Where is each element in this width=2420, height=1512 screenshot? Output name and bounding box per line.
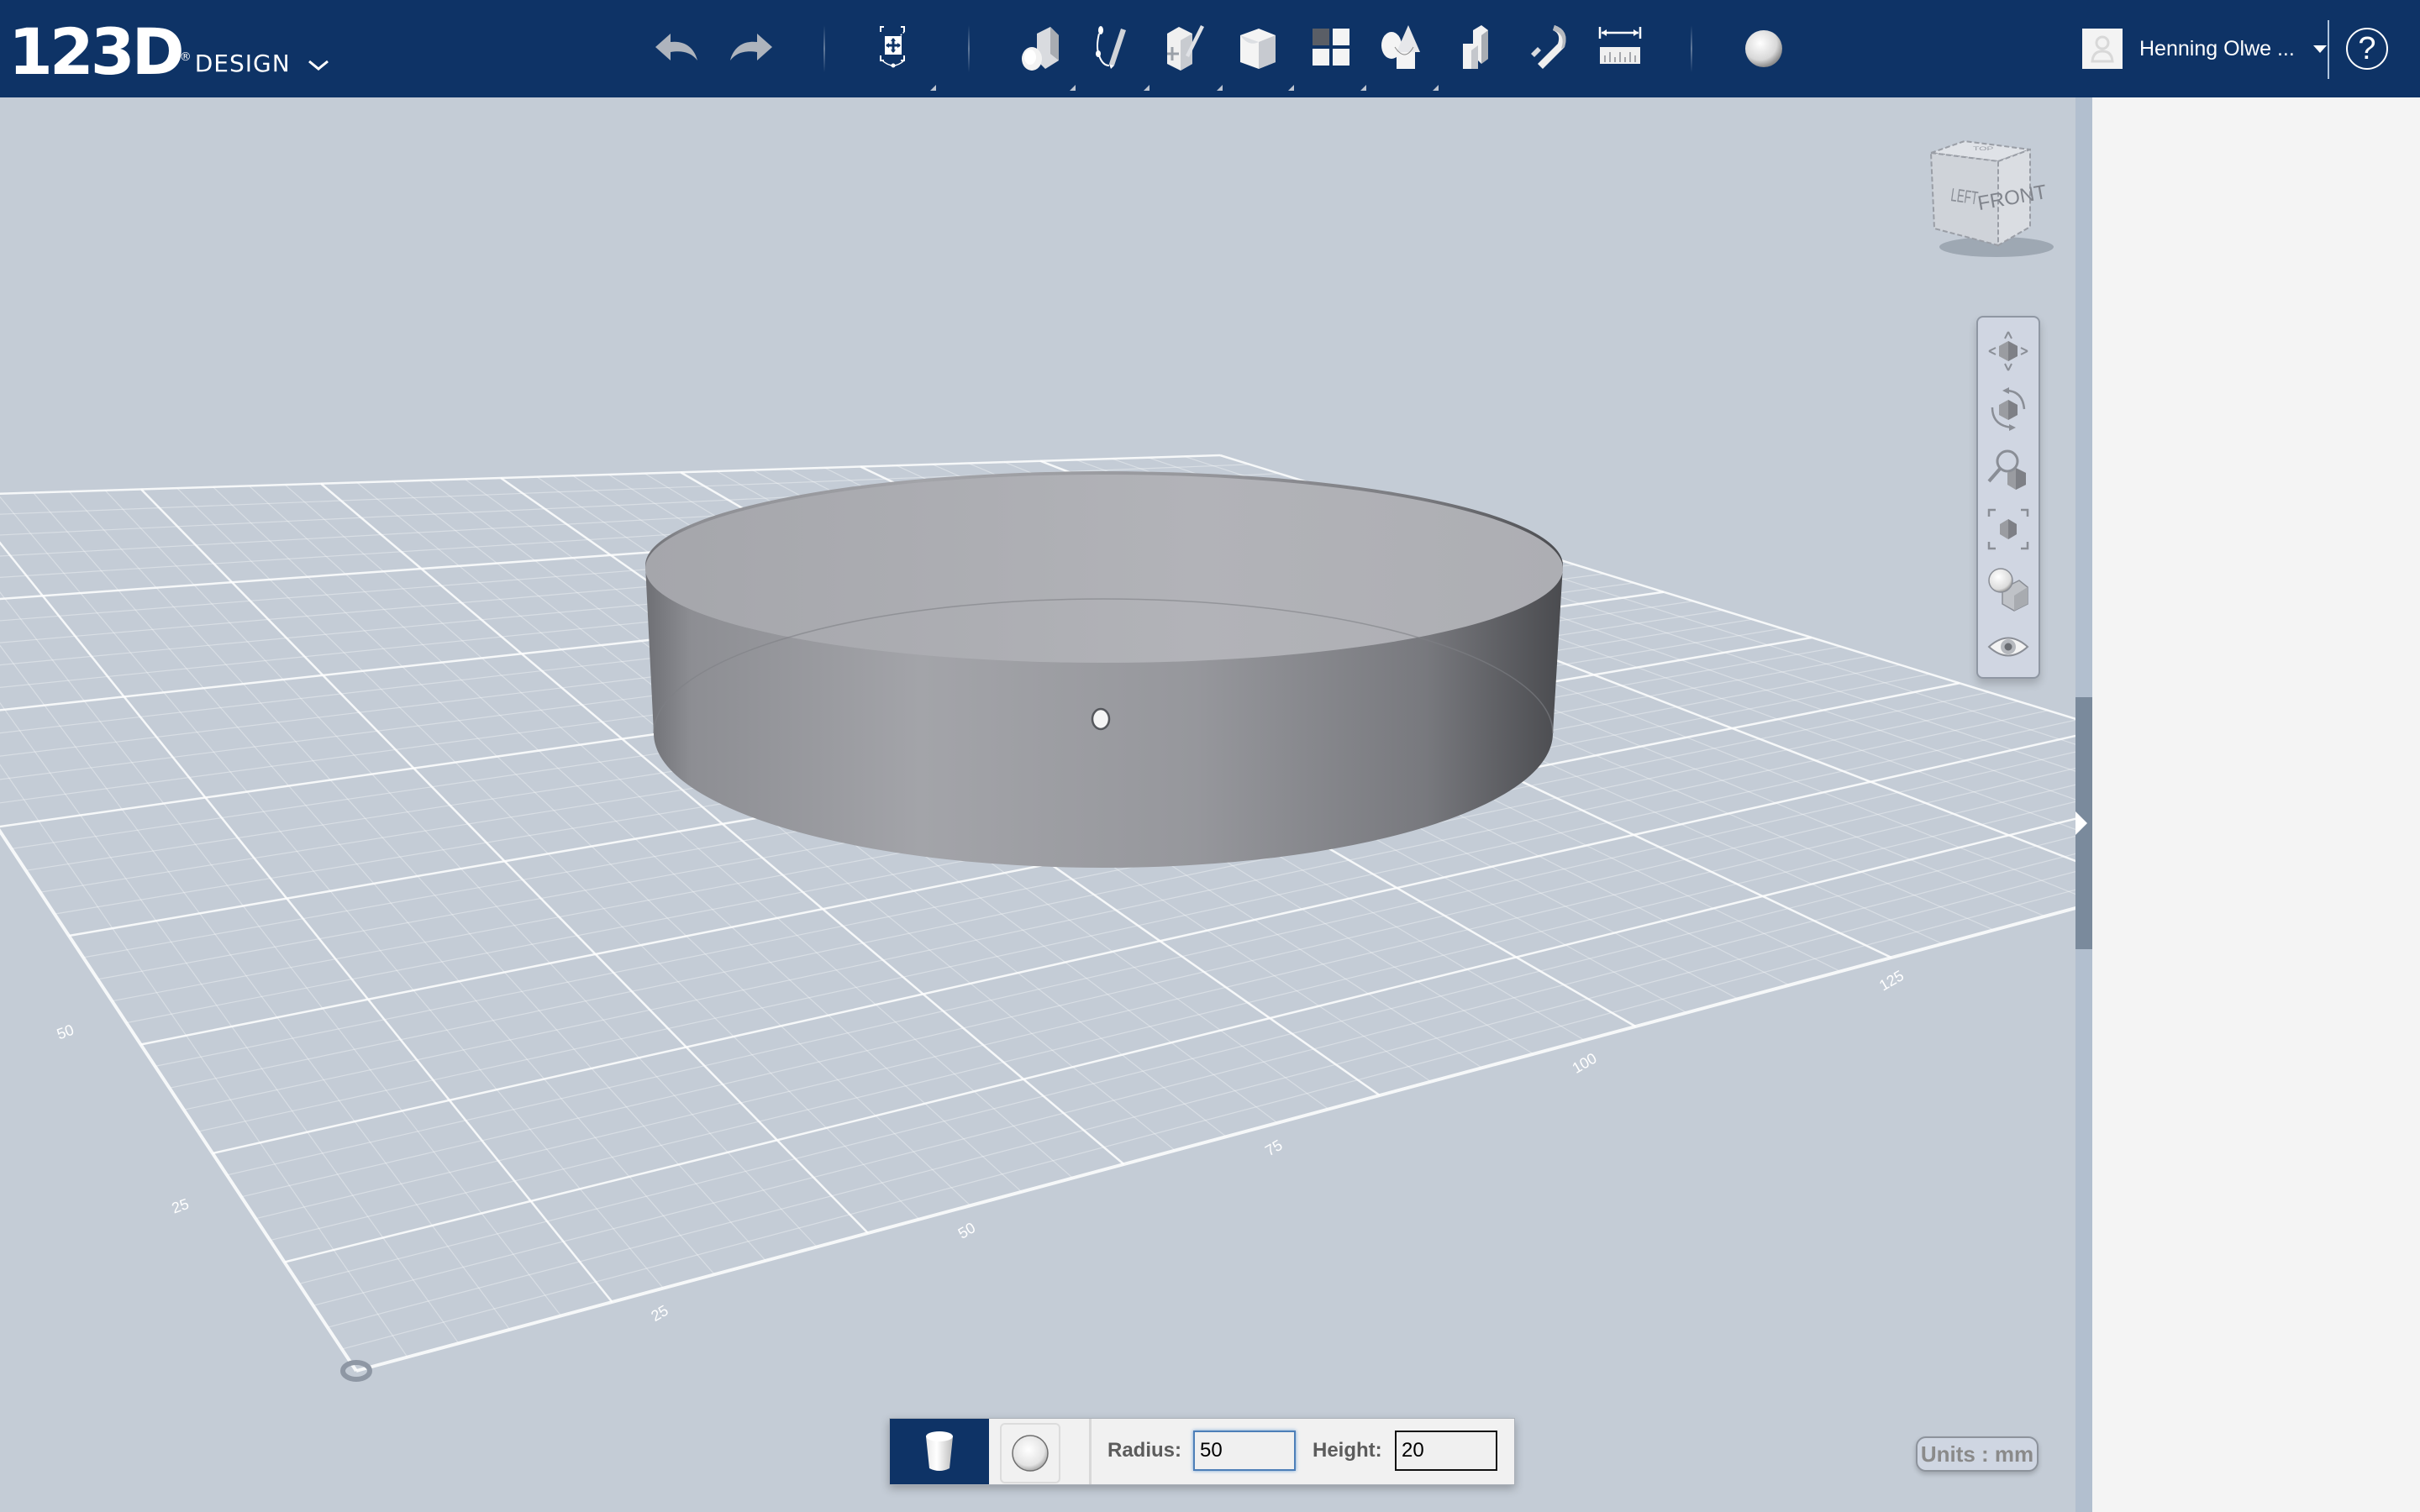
user-name: Henning Olwe ... bbox=[2139, 36, 2295, 60]
primitives-icon bbox=[1022, 27, 1059, 71]
transform-icon bbox=[880, 26, 905, 68]
grid-axis-labels: 755025255075100125150 bbox=[55, 967, 1907, 1325]
help-icon: ? bbox=[2358, 30, 2376, 66]
snap-button[interactable] bbox=[1518, 18, 1578, 79]
modify-icon bbox=[1240, 29, 1276, 69]
fit-to-view-icon bbox=[1987, 508, 2029, 550]
submenu-indicator bbox=[930, 85, 936, 91]
scene-canvas[interactable]: 755025255075100125150 bbox=[0, 97, 2075, 1512]
measure-icon bbox=[1598, 27, 1642, 64]
pan-button[interactable] bbox=[1983, 326, 2033, 376]
grid-minor-line bbox=[0, 764, 408, 1357]
cylinder-object[interactable] bbox=[645, 471, 1563, 868]
avatar bbox=[2082, 29, 2123, 69]
submenu-indicator bbox=[1217, 85, 1223, 91]
eye-icon bbox=[1987, 637, 2029, 657]
cylinder-shape-button[interactable] bbox=[890, 1419, 989, 1484]
grid-minor-line bbox=[313, 853, 2075, 1306]
shape-property-bar: Radius: Height: bbox=[889, 1418, 1515, 1485]
user-avatar-icon bbox=[2091, 35, 2114, 63]
logo-design-label: DESIGN bbox=[194, 50, 291, 77]
modify-button[interactable] bbox=[1228, 18, 1294, 91]
visibility-button[interactable] bbox=[1983, 622, 2033, 672]
fit-to-view-button[interactable] bbox=[1983, 504, 2033, 554]
app-header: 123D ® DESIGN Henning Olwe ... ? bbox=[0, 0, 2420, 97]
grid-minor-line bbox=[0, 591, 562, 1316]
material-button[interactable] bbox=[1733, 18, 1794, 79]
view-style-button[interactable] bbox=[1983, 563, 2033, 613]
submenu-indicator bbox=[1070, 85, 1076, 91]
submenu-indicator bbox=[1288, 85, 1294, 91]
grid-minor-line bbox=[0, 644, 511, 1331]
snap-magnet-icon bbox=[1531, 25, 1566, 69]
undo-icon bbox=[655, 34, 697, 60]
cylinder-top[interactable] bbox=[645, 475, 1563, 663]
grid-major-line bbox=[0, 828, 358, 1373]
height-input[interactable] bbox=[1395, 1431, 1497, 1471]
viewcube-left-label[interactable]: LEFT bbox=[1949, 185, 1979, 209]
grid-axis-label: 125 bbox=[1876, 967, 1907, 994]
sketch-icon bbox=[1096, 26, 1126, 69]
orbit-button[interactable] bbox=[1983, 385, 2033, 435]
units-button[interactable]: Units : mm bbox=[1916, 1436, 2039, 1472]
3d-viewport[interactable]: 755025255075100125150 LEFT FRONT TOP bbox=[0, 97, 2075, 1512]
app-menu-button[interactable]: 123D ® DESIGN bbox=[8, 10, 329, 86]
grid-axis-label: 75 bbox=[1262, 1137, 1285, 1159]
radius-label: Radius: bbox=[1107, 1439, 1182, 1462]
toolbar-separator bbox=[823, 25, 825, 72]
redo-button[interactable] bbox=[720, 18, 781, 79]
primitives-button[interactable] bbox=[1010, 18, 1076, 91]
header-divider bbox=[2328, 20, 2329, 79]
grouping-button[interactable] bbox=[1373, 18, 1439, 91]
grid-minor-line bbox=[327, 871, 2075, 1328]
construct-button[interactable] bbox=[1157, 18, 1223, 91]
orbit-icon bbox=[1991, 387, 2026, 431]
material-sphere-icon bbox=[1745, 30, 1782, 67]
toolbar-separator bbox=[1691, 25, 1692, 72]
pattern-button[interactable] bbox=[1301, 18, 1366, 91]
property-divider bbox=[1089, 1419, 1092, 1484]
grouping-icon bbox=[1381, 25, 1420, 69]
height-label: Height: bbox=[1313, 1439, 1382, 1462]
construct-icon bbox=[1167, 25, 1204, 71]
submenu-indicator bbox=[1433, 85, 1439, 91]
measure-button[interactable] bbox=[1590, 18, 1650, 79]
grid-axis-label: 25 bbox=[648, 1302, 671, 1325]
redo-icon bbox=[730, 34, 772, 60]
submenu-indicator bbox=[1144, 85, 1150, 91]
radius-input[interactable] bbox=[1193, 1431, 1296, 1471]
user-menu[interactable]: Henning Olwe ... bbox=[2082, 29, 2327, 69]
caret-down-icon bbox=[2312, 45, 2327, 53]
grid-axis-label: 100 bbox=[1570, 1050, 1600, 1077]
logo: 123D ® bbox=[8, 14, 192, 89]
pan-icon bbox=[1988, 331, 2028, 371]
sketch-button[interactable] bbox=[1084, 18, 1150, 91]
transform-button[interactable] bbox=[871, 18, 936, 91]
view-cube[interactable]: LEFT FRONT TOP bbox=[1924, 134, 2059, 260]
panel-scroll-strip[interactable] bbox=[2075, 97, 2092, 1512]
pattern-icon bbox=[1313, 29, 1349, 66]
help-button[interactable]: ? bbox=[2346, 28, 2388, 70]
expand-panel-arrow-icon[interactable] bbox=[2075, 811, 2087, 835]
cylinder-icon bbox=[926, 1431, 953, 1471]
combine-button[interactable] bbox=[1444, 18, 1505, 79]
chevron-down-icon bbox=[308, 60, 329, 71]
view-style-icon bbox=[1988, 568, 2028, 612]
grid-axis-label: 25 bbox=[170, 1195, 192, 1217]
undo-button[interactable] bbox=[647, 18, 708, 79]
toolbar-separator bbox=[968, 25, 970, 72]
sphere-shape-button[interactable] bbox=[1000, 1423, 1060, 1483]
right-side-panel bbox=[2092, 97, 2420, 1512]
cylinder-center-handle[interactable] bbox=[1091, 707, 1111, 731]
viewcube-top-label[interactable]: TOP bbox=[1973, 146, 1993, 152]
submenu-indicator bbox=[1360, 85, 1366, 91]
grid-minor-line bbox=[0, 701, 460, 1344]
zoom-icon bbox=[1987, 449, 2026, 490]
combine-icon bbox=[1463, 25, 1488, 69]
sphere-icon bbox=[1012, 1435, 1049, 1472]
grid-axis-label: 50 bbox=[55, 1021, 76, 1043]
navigation-bar bbox=[1976, 316, 2040, 679]
grid-axis-label: 50 bbox=[955, 1219, 978, 1242]
zoom-button[interactable] bbox=[1983, 444, 2033, 494]
